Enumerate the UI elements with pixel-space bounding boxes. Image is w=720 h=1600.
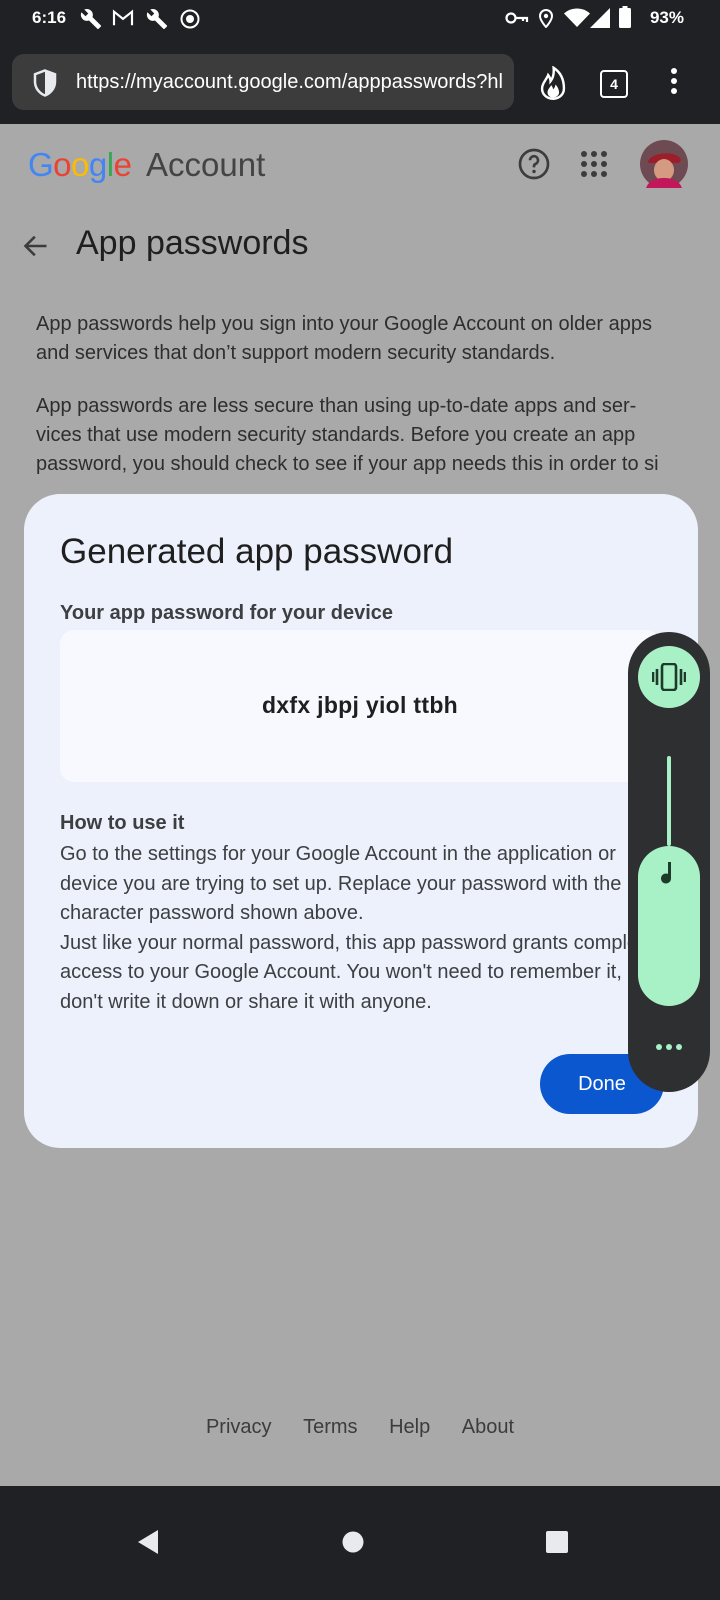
status-bar: 6:16 93% bbox=[0, 0, 720, 36]
account-label: Account bbox=[146, 146, 266, 183]
ringer-mode-button[interactable] bbox=[638, 646, 700, 708]
key-icon bbox=[505, 12, 529, 24]
avatar[interactable] bbox=[640, 140, 688, 188]
how-to-use-paragraph-2: Just like your normal password, this app… bbox=[60, 931, 655, 1013]
location-icon bbox=[538, 9, 554, 28]
browser-toolbar: https://myaccount.google.com/apppassword… bbox=[0, 36, 720, 124]
google-logo: Google bbox=[28, 146, 132, 184]
logo-letter: l bbox=[106, 146, 114, 183]
generated-password-dialog: Generated app password Your app password… bbox=[24, 494, 698, 1148]
vibrate-icon bbox=[652, 663, 686, 691]
volume-track bbox=[667, 756, 671, 846]
wrench-icon bbox=[146, 9, 168, 30]
flame-icon[interactable] bbox=[538, 66, 568, 100]
vpn-icon bbox=[180, 9, 200, 29]
battery-icon bbox=[619, 6, 631, 28]
how-to-use-text: Go to the settings for your Google Accou… bbox=[60, 840, 660, 1017]
help-link[interactable]: Help bbox=[389, 1416, 430, 1438]
gmail-icon bbox=[112, 9, 134, 26]
logo-letter: g bbox=[88, 146, 107, 183]
how-to-use-paragraph-1: Go to the settings for your Google Accou… bbox=[60, 843, 656, 924]
shield-icon[interactable] bbox=[30, 68, 60, 98]
signal-icon bbox=[590, 8, 610, 28]
music-note-icon bbox=[661, 862, 671, 884]
volume-panel bbox=[628, 632, 710, 1092]
help-icon[interactable] bbox=[518, 148, 550, 180]
password-label: Your app password for your device bbox=[60, 602, 394, 624]
logo-letter: o bbox=[71, 146, 89, 183]
password-box: dxfx jbpj yiol ttbh bbox=[60, 630, 660, 782]
back-arrow-icon[interactable] bbox=[22, 232, 50, 260]
volume-settings-more-icon[interactable] bbox=[655, 1042, 683, 1052]
app-password[interactable]: dxfx jbpj yiol ttbh bbox=[60, 692, 660, 719]
address-bar[interactable]: https://myaccount.google.com/apppassword… bbox=[12, 54, 514, 110]
tab-switcher-button[interactable]: 4 bbox=[600, 70, 628, 98]
logo-letter: G bbox=[28, 146, 54, 183]
more-menu-icon[interactable] bbox=[669, 66, 679, 96]
system-nav-bar bbox=[0, 1486, 720, 1600]
recents-nav-icon[interactable] bbox=[546, 1531, 568, 1553]
footer-links: Privacy Terms Help About bbox=[0, 1416, 720, 1439]
status-time: 6:16 bbox=[32, 8, 67, 27]
terms-link[interactable]: Terms bbox=[303, 1416, 357, 1438]
about-link[interactable]: About bbox=[462, 1416, 514, 1438]
dialog-title: Generated app password bbox=[60, 532, 454, 571]
how-to-use-title: How to use it bbox=[60, 812, 185, 834]
intro-paragraph-1: App passwords help you sign into your Go… bbox=[36, 313, 652, 364]
home-nav-icon[interactable] bbox=[342, 1531, 364, 1553]
apps-grid-icon[interactable] bbox=[580, 150, 608, 178]
logo-letter: o bbox=[53, 146, 72, 183]
intro-paragraph-2: App passwords are less secure than using… bbox=[36, 395, 659, 475]
logo-letter: e bbox=[113, 146, 132, 183]
privacy-link[interactable]: Privacy bbox=[206, 1416, 272, 1438]
battery-percent: 93% bbox=[649, 8, 684, 27]
wifi-icon bbox=[564, 8, 590, 27]
wrench-icon bbox=[80, 9, 102, 30]
page-title: App passwords bbox=[76, 224, 309, 262]
url-text[interactable]: https://myaccount.google.com/apppassword… bbox=[76, 71, 506, 94]
back-nav-icon[interactable] bbox=[136, 1529, 160, 1555]
volume-slider[interactable] bbox=[638, 846, 700, 1006]
